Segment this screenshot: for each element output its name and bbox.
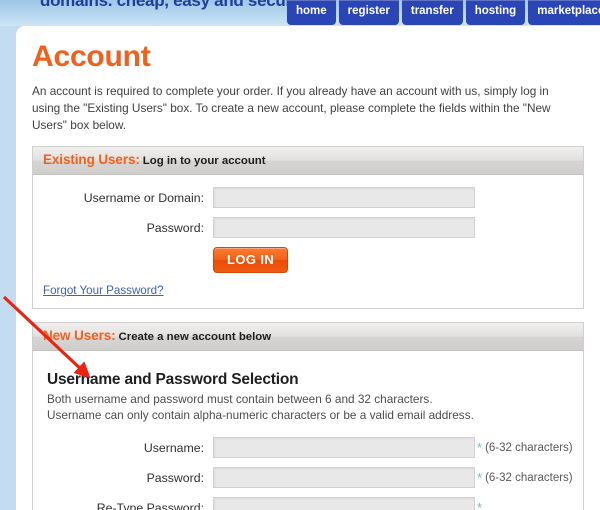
username-password-selection-heading: Username and Password Selection [47, 371, 299, 389]
hint-username: (6-32 characters) [485, 441, 573, 454]
new-users-body: Username and Password Selection Both use… [33, 351, 583, 510]
password-rule-line-1: Both username and password must contain … [47, 392, 433, 407]
nav-item-home[interactable]: home [287, 0, 336, 25]
site-banner: domains. cheap, easy and secure. home re… [0, 0, 600, 26]
required-marker-retype-password: * [477, 500, 483, 510]
existing-users-box: Existing Users: Log in to your account Us… [32, 146, 584, 310]
form-row-new-password: Password: * (6-32 characters) [43, 467, 573, 489]
forgot-password-link[interactable]: Forgot Your Password? [43, 284, 164, 297]
label-new-username: Username: [143, 440, 204, 455]
password-rule-line-2: Username can only contain alpha-numeric … [47, 408, 474, 423]
log-in-button[interactable]: LOG IN [213, 247, 289, 274]
main-navigation: home register transfer hosting marketpla… [287, 0, 600, 26]
content-panel: Account An account is required to comple… [16, 26, 600, 510]
login-button-row: LOG IN [43, 247, 573, 274]
existing-users-header-sub: Log in to your account [142, 155, 266, 168]
existing-users-header-strong: Existing Users: [43, 152, 140, 168]
form-row-retype-password: Re-Type Password: * [43, 497, 573, 510]
existing-users-header: Existing Users: Log in to your account [33, 147, 583, 176]
form-row-password: Password: [43, 217, 573, 239]
retype-password-input[interactable] [213, 497, 475, 510]
screen: domains. cheap, easy and secure. home re… [0, 0, 600, 510]
nav-item-hosting[interactable]: hosting [465, 0, 526, 25]
new-users-header: New Users: Create a new account below [33, 323, 583, 352]
existing-username-input[interactable] [213, 187, 475, 209]
new-users-header-strong: New Users: [43, 328, 116, 344]
hint-password: (6-32 characters) [485, 471, 573, 484]
label-existing-password: Password: [146, 220, 204, 235]
nav-item-marketplace[interactable]: marketplace [528, 0, 600, 25]
new-users-header-sub: Create a new account below [118, 331, 272, 344]
form-row-new-username: Username: * (6-32 characters) [43, 437, 573, 459]
new-username-input[interactable] [213, 437, 475, 459]
label-retype-password: Re-Type Password: [96, 500, 204, 510]
new-users-box: New Users: Create a new account below Use… [32, 322, 584, 510]
page-title: Account [32, 40, 151, 73]
nav-item-transfer[interactable]: transfer [401, 0, 463, 25]
form-row-username-or-domain: Username or Domain: [43, 187, 573, 209]
required-marker-username: * [477, 440, 483, 456]
existing-users-body: Username or Domain: Password: LOG IN For… [33, 175, 583, 308]
new-account-form: Username: * (6-32 characters) Password: … [43, 437, 573, 510]
new-password-input[interactable] [213, 467, 475, 489]
existing-password-input[interactable] [213, 217, 475, 239]
label-new-password: Password: [146, 470, 204, 485]
required-marker-password: * [477, 470, 483, 486]
site-tagline: domains. cheap, easy and secure. [40, 0, 306, 10]
page-intro-text: An account is required to complete your … [32, 84, 551, 132]
label-username-or-domain: Username or Domain: [83, 190, 204, 205]
nav-item-register[interactable]: register [338, 0, 399, 25]
